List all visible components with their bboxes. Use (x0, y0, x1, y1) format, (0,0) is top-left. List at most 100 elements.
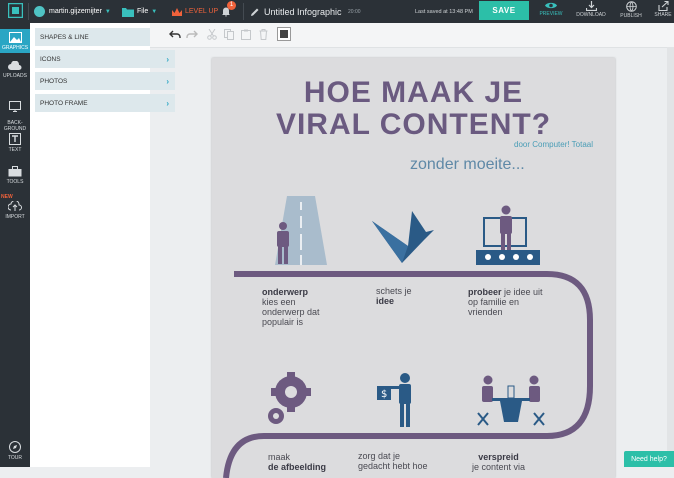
document-title-field[interactable]: Untitled Infographic (251, 0, 342, 23)
undo-button[interactable] (168, 27, 182, 41)
step1-bold: onderwerp (262, 287, 309, 297)
rail-import-label: IMPORT (5, 214, 25, 220)
step2-text: schets je (376, 286, 412, 296)
save-button[interactable]: SAVE (479, 1, 529, 20)
rail-tools[interactable]: TOOLS (0, 166, 30, 185)
step4-label: maak de afbeelding (268, 452, 326, 472)
last-saved: Last saved at 13:48 PM (415, 8, 473, 15)
canvas-scrollbar[interactable] (667, 47, 674, 467)
rail-graphics[interactable]: GRAPHICS (0, 29, 30, 53)
download-icon (585, 1, 597, 11)
rail-background[interactable]: BACK- GROUND (0, 95, 30, 132)
need-help-button[interactable]: Need help? (624, 451, 674, 467)
step6-bold: verspreid (478, 452, 519, 462)
file-menu-label: File (137, 8, 149, 15)
document-title: Untitled Infographic (264, 6, 342, 17)
level-up-button[interactable]: LEVEL UP (172, 0, 218, 23)
cloud-upload-icon (8, 61, 22, 70)
file-menu[interactable]: File ▼ (122, 0, 157, 23)
rail-tour-label: TOUR (7, 455, 23, 461)
user-menu[interactable]: martin.gijzemijter ▼ (34, 0, 111, 23)
cloud-import-icon (8, 201, 22, 211)
category-label: SHAPES & LINE (40, 33, 89, 41)
monitor-icon (9, 101, 21, 112)
chevron-right-icon: › (166, 54, 169, 64)
app-logo-icon[interactable] (8, 3, 23, 18)
redo-icon (186, 30, 198, 38)
level-up-label: LEVEL UP (185, 8, 219, 15)
step5-label: zorg dat je gedacht hebt hoe (358, 451, 428, 471)
paste-icon (241, 29, 251, 40)
infographic-canvas[interactable]: HOE MAAK JE VIRAL CONTENT? door Computer… (212, 58, 615, 478)
cut-button[interactable] (205, 27, 219, 41)
rail-text[interactable]: TEXT (0, 133, 30, 153)
eye-icon (545, 2, 557, 9)
share-label: SHARE (654, 12, 672, 18)
new-badge: NEW (1, 194, 13, 200)
meeting-icon (477, 375, 545, 426)
rail-graphics-label: GRAPHICS (1, 45, 29, 51)
arrange-button[interactable] (277, 27, 291, 41)
crown-icon (172, 7, 182, 16)
layer-icon (280, 30, 288, 38)
infographic-artwork: $ (223, 196, 593, 478)
rail-import[interactable]: IMPORT (0, 201, 30, 220)
step6-text: je content via (472, 462, 526, 472)
category-label: PHOTO FRAME (40, 99, 88, 107)
publish-label: PUBLISH (620, 13, 642, 19)
rail-text-label: TEXT (8, 147, 22, 153)
chevron-right-icon: › (166, 76, 169, 86)
image-icon (8, 32, 22, 43)
rail-uploads[interactable]: UPLOADS (0, 61, 30, 79)
category-label: PHOTOS (40, 77, 68, 85)
category-label: ICONS (40, 55, 61, 63)
step2-label: schets je idee (376, 286, 412, 306)
chevron-down-icon: ▼ (151, 8, 158, 15)
step1-text: kies een onderwerp dat populair is (262, 297, 320, 327)
username: martin.gijzemijter (49, 8, 102, 15)
download-button[interactable]: DOWNLOAD (573, 1, 609, 23)
step3-bold: probeer (468, 287, 502, 297)
step6-label: verspreid je content via (472, 452, 525, 472)
undo-icon (169, 30, 181, 38)
download-label: DOWNLOAD (576, 12, 606, 18)
globe-icon (625, 1, 637, 12)
toolbox-icon (8, 166, 22, 177)
origami-bird-icon (372, 211, 434, 263)
top-bar: martin.gijzemijter ▼ File ▼ LEVEL UP 1 U… (0, 0, 674, 23)
redo-button[interactable] (185, 27, 199, 41)
category-photos[interactable]: PHOTOS › (35, 72, 175, 90)
trash-icon (259, 28, 267, 40)
step4-text: maak (268, 452, 291, 462)
step3-label: probeer je idee uit op familie en vriend… (468, 287, 543, 317)
road-icon (275, 196, 327, 265)
left-rail: GRAPHICS UPLOADS BACK- GROUND TEXT TOOLS… (0, 23, 30, 467)
copy-icon (224, 28, 234, 40)
category-icons[interactable]: ICONS › (35, 50, 175, 68)
rail-uploads-label: UPLOADS (3, 73, 27, 79)
money-person-icon: $ (377, 373, 411, 427)
step2-bold: idee (376, 296, 395, 306)
rail-tour[interactable]: TOUR (0, 441, 30, 461)
step4-bold: de afbeelding (268, 462, 327, 472)
step1-label: onderwerp kies een onderwerp dat populai… (262, 287, 320, 327)
scissors-icon (207, 28, 217, 40)
text-icon (9, 133, 21, 145)
publish-button[interactable]: PUBLISH (613, 1, 649, 23)
rail-tools-label: TOOLS (6, 179, 24, 185)
chevron-down-icon: ▼ (104, 8, 111, 15)
chevron-right-icon: › (166, 98, 169, 108)
delete-button[interactable] (256, 27, 270, 41)
share-button[interactable]: SHARE (645, 1, 674, 23)
pencil-icon (251, 8, 259, 16)
category-panel: SHAPES & LINE › ICONS › PHOTOS › PHOTO F… (30, 23, 175, 467)
paste-button[interactable] (239, 27, 253, 41)
gears-icon (268, 372, 311, 424)
share-icon (657, 1, 669, 11)
category-photo-frame[interactable]: PHOTO FRAME › (35, 94, 175, 112)
preview-button[interactable]: PREVIEW (533, 1, 569, 23)
folder-icon (122, 7, 134, 17)
notification-badge: 1 (227, 1, 236, 10)
preview-label: PREVIEW (539, 11, 563, 17)
copy-button[interactable] (222, 27, 236, 41)
